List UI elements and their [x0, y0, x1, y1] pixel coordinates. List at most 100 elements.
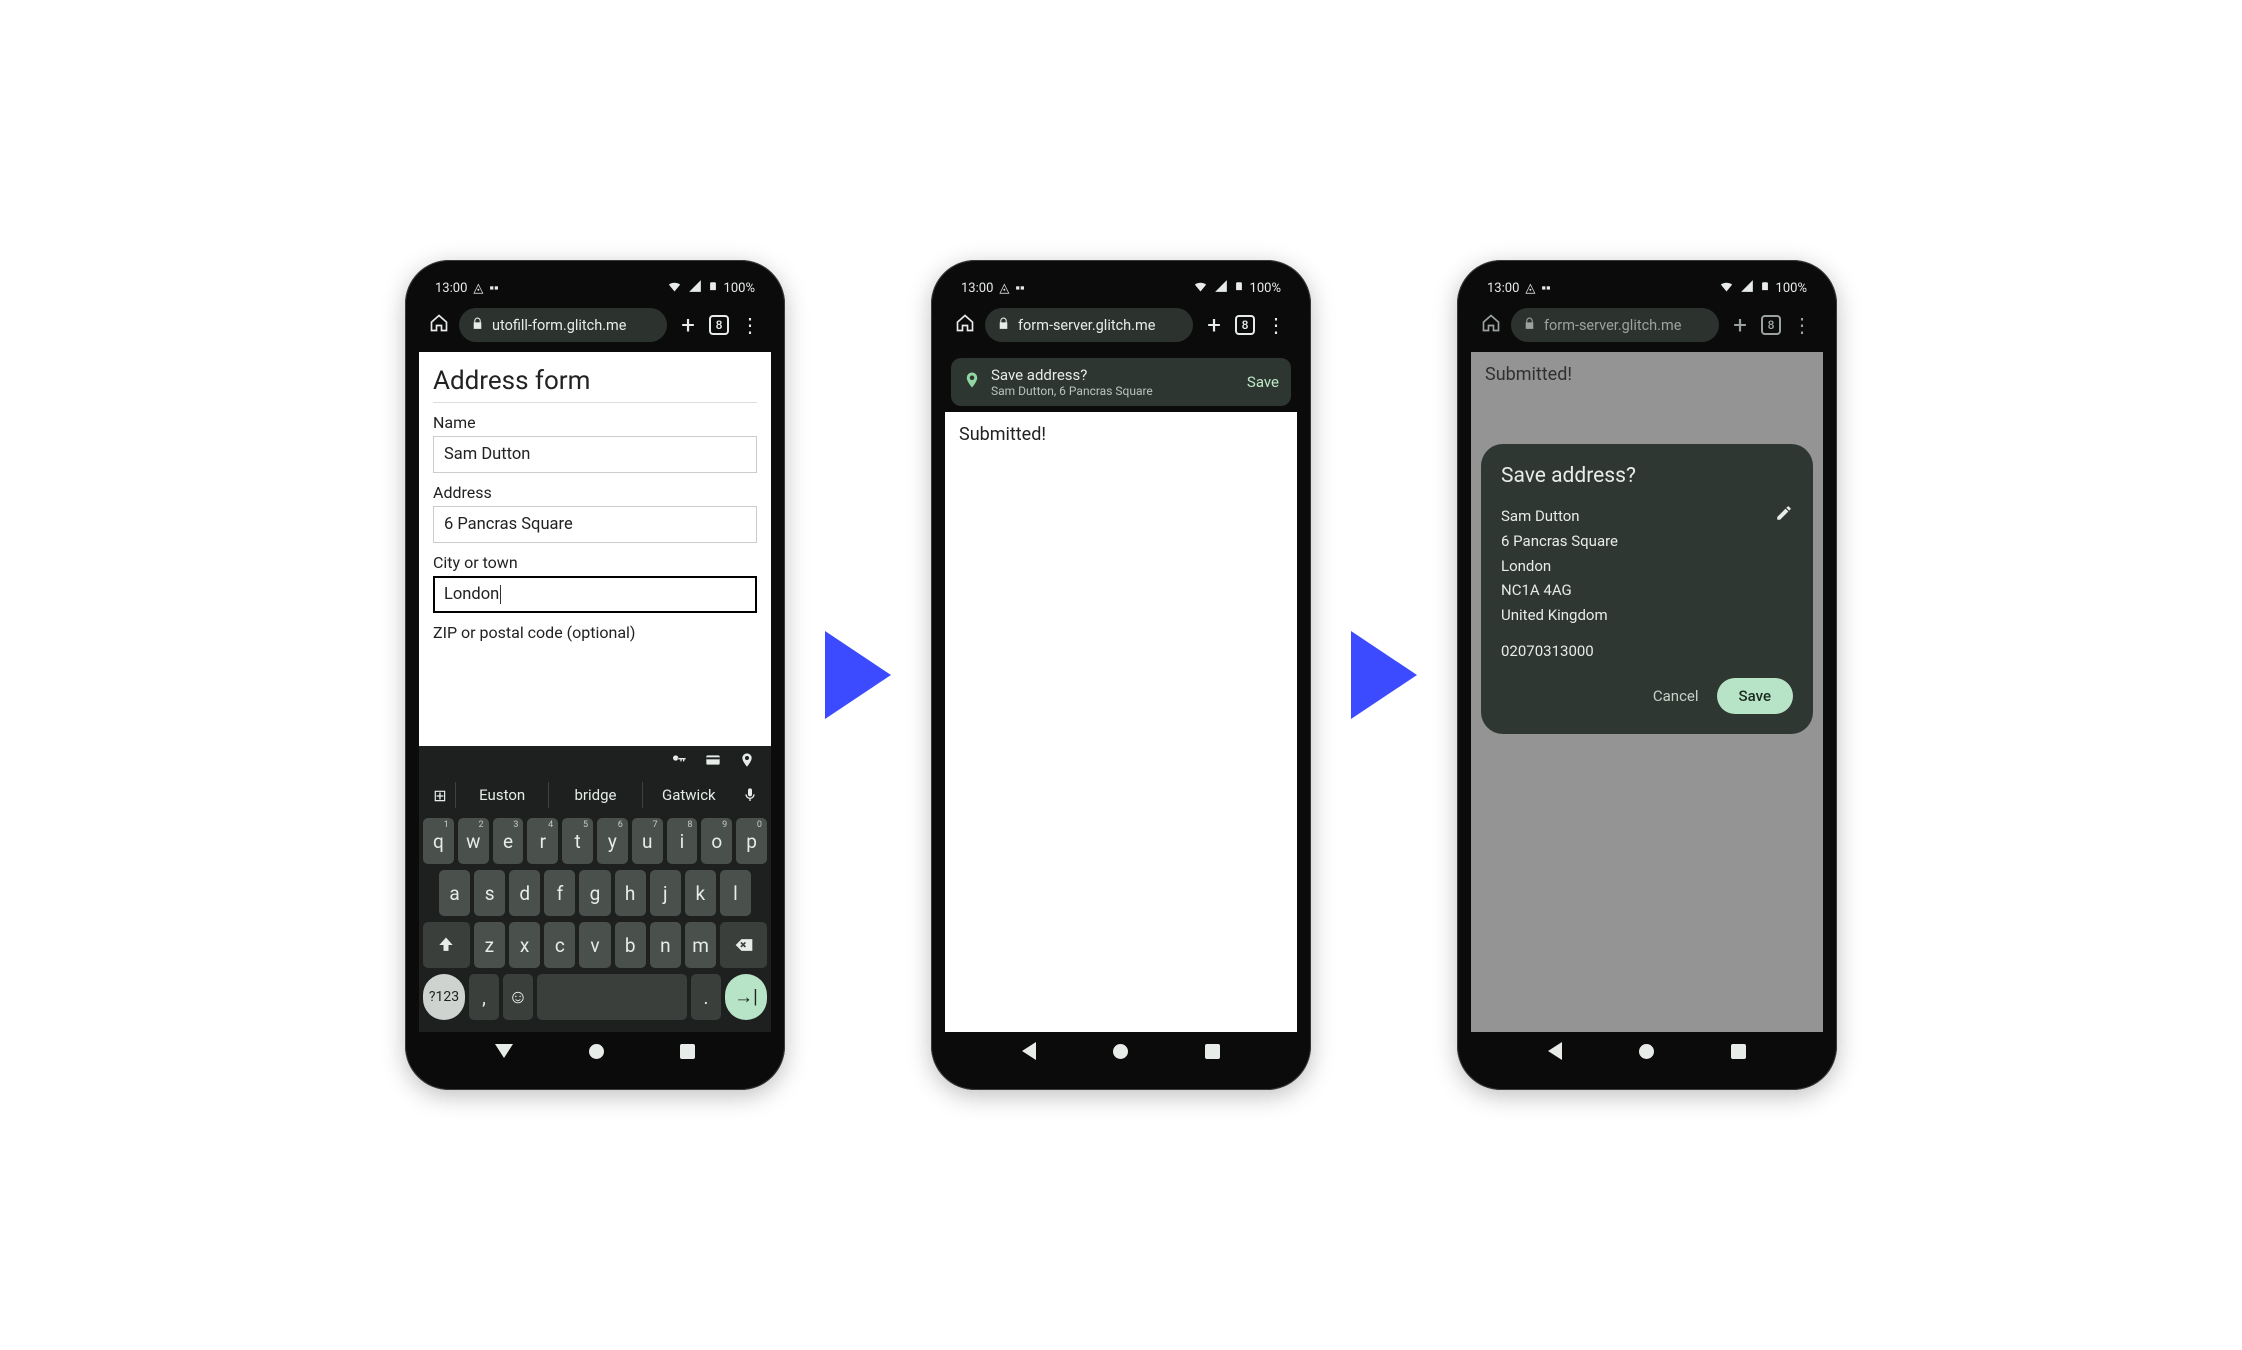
suggestion-2[interactable]: bridge — [548, 782, 641, 808]
status-time: 13:00 — [1487, 281, 1519, 296]
key-q[interactable]: q1 — [423, 818, 454, 864]
home-icon[interactable] — [1481, 313, 1501, 337]
new-tab-icon[interactable]: + — [677, 313, 699, 337]
key-s[interactable]: s — [474, 870, 505, 916]
nav-home[interactable] — [1639, 1044, 1654, 1059]
key-i[interactable]: i8 — [667, 818, 698, 864]
suggestion-1[interactable]: Euston — [455, 782, 548, 808]
nav-recents[interactable] — [680, 1044, 695, 1059]
key-u[interactable]: u7 — [632, 818, 663, 864]
prompt-save-button[interactable]: Save — [1247, 373, 1279, 391]
new-tab-icon[interactable]: + — [1203, 313, 1225, 337]
backspace-key[interactable] — [720, 922, 767, 968]
url-bar[interactable]: form-server.glitch.me — [985, 308, 1193, 342]
key-v[interactable]: v — [579, 922, 610, 968]
key-p[interactable]: p0 — [736, 818, 767, 864]
numeric-key[interactable]: ?123 — [423, 974, 465, 1020]
submitted-heading: Submitted! — [945, 412, 1297, 457]
input-name[interactable]: Sam Dutton — [433, 436, 757, 473]
key-k[interactable]: k — [685, 870, 716, 916]
tab-switcher[interactable]: 8 — [709, 315, 729, 335]
nav-home[interactable] — [589, 1044, 604, 1059]
field-zip: ZIP or postal code (optional) — [433, 623, 757, 642]
key-a[interactable]: a — [439, 870, 470, 916]
key-y[interactable]: y6 — [597, 818, 628, 864]
key-z[interactable]: z — [474, 922, 505, 968]
status-icon-apps: ▪▪ — [489, 280, 498, 296]
new-tab-icon[interactable]: + — [1729, 313, 1751, 337]
payment-icon[interactable] — [703, 752, 723, 772]
mic-icon[interactable] — [735, 787, 765, 803]
emoji-key[interactable]: ☺ — [503, 974, 533, 1020]
menu-icon[interactable]: ⋮ — [739, 321, 761, 329]
password-icon[interactable] — [669, 752, 689, 772]
key-j[interactable]: j — [650, 870, 681, 916]
page-content: Submitted! Save address? Sam Dutton 6 Pa… — [1471, 352, 1823, 1032]
status-icon-shield: ◬ — [473, 281, 483, 296]
url-bar[interactable]: form-server.glitch.me — [1511, 308, 1719, 342]
save-address-prompt: Save address? Sam Dutton, 6 Pancras Squa… — [951, 358, 1291, 406]
enter-key[interactable]: →| — [725, 974, 767, 1020]
nav-back[interactable] — [1548, 1042, 1562, 1060]
key-m[interactable]: m — [685, 922, 716, 968]
key-e[interactable]: e3 — [493, 818, 524, 864]
suggestion-3[interactable]: Gatwick — [642, 782, 735, 808]
lock-icon — [471, 317, 484, 334]
nav-recents[interactable] — [1731, 1044, 1746, 1059]
key-t[interactable]: t5 — [562, 818, 593, 864]
status-battery-icon — [1760, 278, 1770, 298]
tab-switcher[interactable]: 8 — [1761, 315, 1781, 335]
key-l[interactable]: l — [720, 870, 751, 916]
tab-switcher[interactable]: 8 — [1235, 315, 1255, 335]
key-o[interactable]: o9 — [701, 818, 732, 864]
input-address[interactable]: 6 Pancras Square — [433, 506, 757, 543]
edit-icon[interactable] — [1775, 504, 1793, 526]
status-battery-pct: 100% — [1250, 281, 1281, 296]
home-icon[interactable] — [429, 313, 449, 337]
system-nav — [945, 1032, 1297, 1076]
menu-icon[interactable]: ⋮ — [1265, 321, 1287, 329]
pin-icon — [963, 371, 981, 393]
dialog-phone: 02070313000 — [1501, 642, 1793, 660]
key-h[interactable]: h — [615, 870, 646, 916]
comma-key[interactable]: , — [469, 974, 499, 1020]
cancel-button[interactable]: Cancel — [1653, 687, 1699, 705]
browser-toolbar: form-server.glitch.me + 8 ⋮ — [1471, 302, 1823, 352]
status-signal-icon — [1740, 279, 1754, 297]
keyboard-menu-icon[interactable]: ⊞ — [425, 786, 455, 805]
key-b[interactable]: b — [615, 922, 646, 968]
shift-key[interactable] — [423, 922, 470, 968]
nav-home[interactable] — [1113, 1044, 1128, 1059]
status-battery-pct: 100% — [1776, 281, 1807, 296]
lock-icon — [997, 317, 1010, 334]
input-city[interactable]: London — [433, 576, 757, 613]
browser-toolbar: form-server.glitch.me + 8 ⋮ — [945, 302, 1297, 352]
status-bar: 13:00 ◬ ▪▪ 100% — [1471, 274, 1823, 302]
label-city: City or town — [433, 553, 757, 572]
key-x[interactable]: x — [509, 922, 540, 968]
flow-arrow-1 — [825, 631, 891, 719]
key-d[interactable]: d — [509, 870, 540, 916]
status-time: 13:00 — [961, 281, 993, 296]
location-icon[interactable] — [737, 752, 757, 772]
nav-back[interactable] — [1022, 1042, 1036, 1060]
label-address: Address — [433, 483, 757, 502]
key-f[interactable]: f — [544, 870, 575, 916]
key-n[interactable]: n — [650, 922, 681, 968]
nav-recents[interactable] — [1205, 1044, 1220, 1059]
url-bar[interactable]: utofill-form.glitch.me — [459, 308, 667, 342]
soft-keyboard: ⊞ Euston bridge Gatwick q1w2e3r4t5y6u7i8… — [419, 746, 771, 1032]
status-bar: 13:00 ◬ ▪▪ 100% — [945, 274, 1297, 302]
home-icon[interactable] — [955, 313, 975, 337]
key-w[interactable]: w2 — [458, 818, 489, 864]
nav-hide-keyboard[interactable] — [495, 1044, 513, 1058]
menu-icon[interactable]: ⋮ — [1791, 321, 1813, 329]
key-r[interactable]: r4 — [527, 818, 558, 864]
addr-line-city: London — [1501, 554, 1775, 579]
key-c[interactable]: c — [544, 922, 575, 968]
save-button[interactable]: Save — [1717, 678, 1793, 714]
key-g[interactable]: g — [579, 870, 610, 916]
flow-arrow-2 — [1351, 631, 1417, 719]
period-key[interactable]: . — [691, 974, 721, 1020]
space-key[interactable] — [537, 974, 687, 1020]
